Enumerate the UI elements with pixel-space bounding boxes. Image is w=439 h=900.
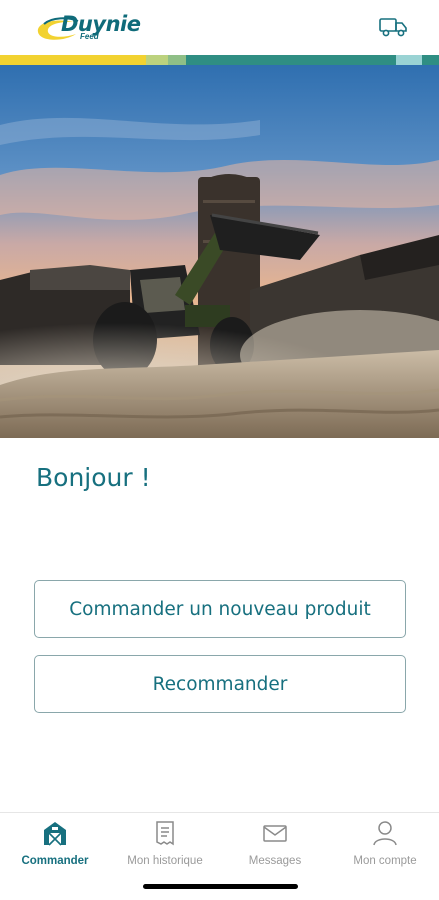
stripe-segment (186, 55, 276, 65)
logo-wordmark: Duynie (61, 12, 141, 36)
barn-icon (41, 819, 69, 847)
nav-item-messages[interactable]: Messages (220, 813, 330, 875)
home-indicator[interactable] (143, 884, 298, 889)
order-new-product-button[interactable]: Commander un nouveau produit (34, 580, 406, 638)
reorder-button[interactable]: Recommander (34, 655, 406, 713)
truck-icon[interactable] (378, 15, 408, 39)
stripe-segment (110, 55, 146, 65)
logo-subtitle: Feed (80, 32, 99, 41)
nav-item-commander[interactable]: Commander (0, 813, 110, 875)
nav-label-history: Mon historique (127, 855, 203, 867)
stripe-segment (0, 55, 60, 65)
stripe-segment (146, 55, 168, 65)
duynie-logo: Duynie Feed (34, 12, 154, 46)
greeting-heading: Bonjour ! (36, 463, 151, 492)
user-icon (371, 819, 399, 847)
nav-item-history[interactable]: Mon historique (110, 813, 220, 875)
envelope-icon (261, 819, 289, 847)
stripe-segment (376, 55, 396, 65)
nav-label-messages: Messages (248, 855, 302, 867)
stripe-segment (396, 55, 422, 65)
stripe-segment (336, 55, 376, 65)
stripe-segment (422, 55, 439, 65)
nav-label-commander: Commander (21, 855, 89, 867)
stripe-segment (168, 55, 186, 65)
brand-color-stripe (0, 55, 439, 65)
nav-label-account: Mon compte (353, 855, 417, 867)
hero-image (0, 65, 439, 438)
stripe-segment (276, 55, 336, 65)
nav-item-account[interactable]: Mon compte (330, 813, 439, 875)
receipt-icon (151, 819, 179, 847)
stripe-segment (60, 55, 110, 65)
app-header: Duynie Feed (0, 0, 439, 56)
